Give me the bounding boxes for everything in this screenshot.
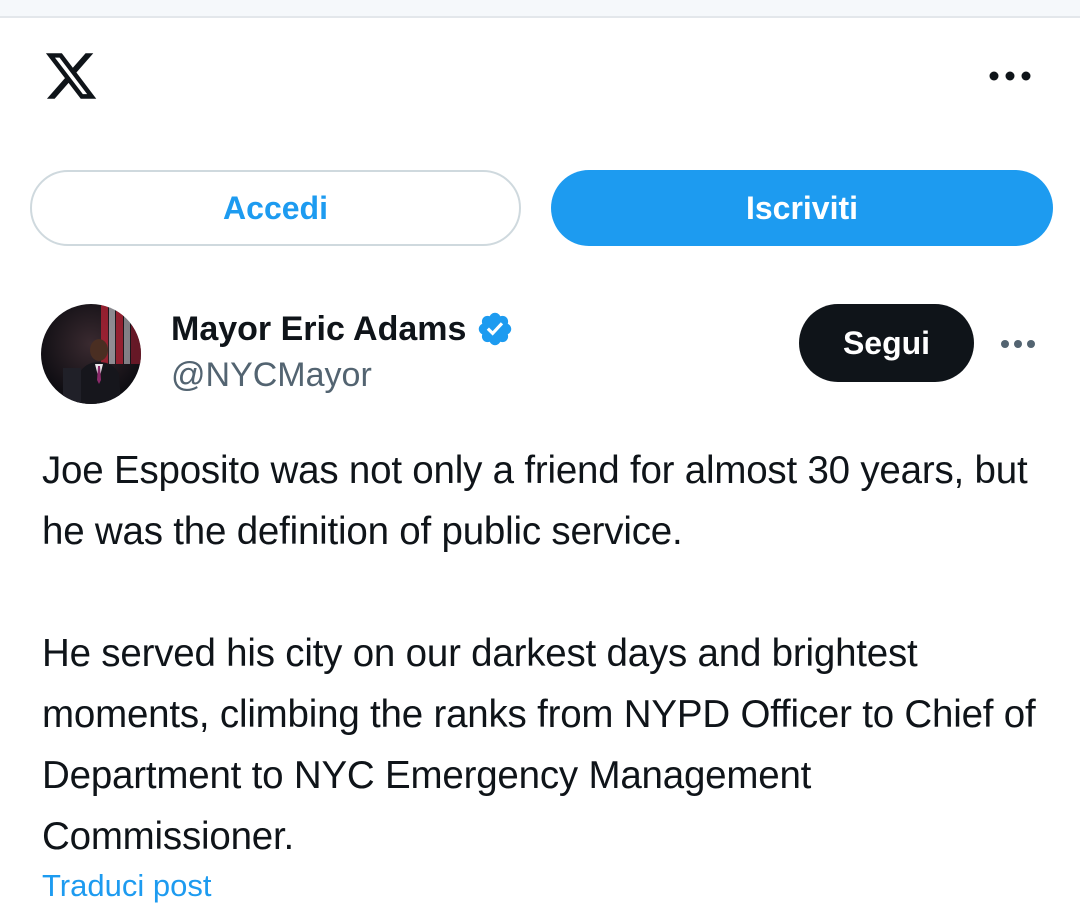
follow-button[interactable]: Segui <box>799 304 974 382</box>
avatar[interactable] <box>41 304 141 404</box>
translate-post-link[interactable]: Traduci post <box>42 868 211 904</box>
author-name[interactable]: Mayor Eric Adams <box>171 310 466 349</box>
signup-button[interactable]: Iscriviti <box>551 170 1053 246</box>
login-button[interactable]: Accedi <box>30 170 521 246</box>
verified-badge-icon <box>479 312 512 346</box>
post-paragraph: Joe Esposito was not only a friend for a… <box>42 449 1028 553</box>
more-horizontal-icon <box>1001 340 1035 348</box>
x-logo-icon[interactable] <box>42 48 100 104</box>
header-more-button[interactable] <box>978 56 1042 96</box>
post-text: Joe Esposito was not only a friend for a… <box>42 440 1052 867</box>
post-more-button[interactable] <box>990 326 1046 362</box>
author-handle[interactable]: @NYCMayor <box>171 356 372 395</box>
top-bar <box>0 0 1080 18</box>
more-horizontal-icon <box>989 71 1031 81</box>
author-name-row: Mayor Eric Adams <box>171 306 514 352</box>
post-paragraph: He served his city on our darkest days a… <box>42 632 1036 858</box>
